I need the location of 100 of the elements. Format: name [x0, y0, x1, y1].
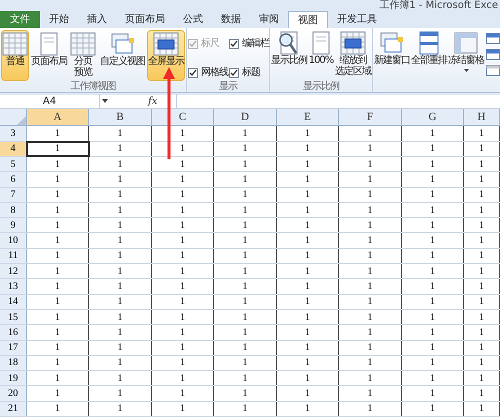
zoom-button[interactable]: 100% — [308, 30, 334, 66]
row-header[interactable]: 11 — [0, 248, 27, 264]
table-cell: 1 — [277, 356, 339, 370]
table-cell: 1 — [402, 142, 464, 156]
row-header[interactable]: 20 — [0, 386, 27, 401]
fx-label[interactable]: fx — [148, 94, 158, 109]
table-cell: 1 — [214, 356, 277, 370]
view-button[interactable]: 自定义视图 — [99, 30, 146, 81]
ribbon-tab[interactable]: 视图 — [288, 11, 328, 28]
table-cell: 1 — [152, 402, 214, 416]
table-cell: 1 — [402, 248, 464, 264]
ribbon-tab[interactable]: 审阅 — [250, 11, 288, 28]
window-icon[interactable] — [486, 65, 500, 76]
window-icon[interactable] — [486, 49, 500, 60]
row-header[interactable]: 16 — [0, 325, 27, 340]
ribbon-tab[interactable]: 页面布局 — [116, 11, 174, 28]
ribbon-tab[interactable]: 插入 — [78, 11, 116, 28]
table-cell: 1 — [214, 248, 277, 264]
name-box[interactable]: A4 — [0, 94, 100, 108]
row-header[interactable]: 18 — [0, 356, 27, 370]
table-cell: 1 — [277, 294, 339, 309]
view-button[interactable]: 普通 — [1, 30, 29, 81]
ribbon-tab[interactable]: 数据 — [212, 11, 250, 28]
row-header[interactable]: 12 — [0, 264, 27, 278]
row-header[interactable]: 3 — [0, 126, 27, 141]
column-header[interactable]: F — [339, 108, 402, 126]
table-cell: 1 — [464, 218, 500, 232]
view-button[interactable]: 分页 预览 — [69, 30, 97, 81]
row-header[interactable]: 10 — [0, 233, 27, 248]
table-cell: 1 — [339, 218, 402, 232]
zoom-button[interactable]: 显示比例 — [271, 30, 307, 66]
grid-icon — [2, 32, 28, 56]
window-button[interactable]: 新建窗口 — [374, 31, 410, 66]
row-header[interactable]: 9 — [0, 218, 27, 232]
checkbox[interactable] — [229, 68, 239, 78]
table-cell: 1 — [339, 156, 402, 172]
table-cell: 1 — [464, 202, 500, 218]
table-cell: 1 — [464, 402, 500, 416]
ribbon-tab[interactable]: 公式 — [174, 11, 212, 28]
table-cell: 1 — [214, 386, 277, 401]
table-cell: 1 — [339, 142, 402, 156]
row-header[interactable]: 8 — [0, 202, 27, 218]
table-cell: 1 — [464, 264, 500, 278]
table-cell: 1 — [89, 402, 152, 416]
group-label: 工作簿视图 — [70, 81, 116, 92]
table-cell: 1 — [214, 142, 277, 156]
table-cell: 1 — [402, 202, 464, 218]
table-cell: 1 — [277, 386, 339, 401]
checkbox[interactable] — [229, 39, 239, 50]
zoom-button[interactable]: 缩放到 选定区域 — [335, 30, 371, 77]
row-header[interactable]: 14 — [0, 294, 27, 309]
dropdown-icon[interactable] — [102, 99, 108, 104]
column-header[interactable]: D — [214, 108, 277, 126]
table-cell: 1 — [152, 279, 214, 294]
table-cell: 1 — [89, 218, 152, 232]
table-cell: 1 — [402, 126, 464, 141]
view-button[interactable]: 全屏显示 — [147, 30, 185, 81]
table-cell: 1 — [464, 310, 500, 324]
row-header[interactable]: 5 — [0, 156, 27, 172]
row-header[interactable]: 7 — [0, 188, 27, 202]
screen-icon — [153, 32, 179, 56]
table-cell: 1 — [339, 188, 402, 202]
table-cell: 1 — [402, 402, 464, 416]
table-cell: 1 — [27, 386, 89, 401]
ribbon-tab[interactable]: 开发工具 — [328, 11, 386, 28]
row-header[interactable]: 21 — [0, 402, 27, 416]
row-header[interactable]: 6 — [0, 172, 27, 187]
file-tab[interactable]: 文件 — [0, 11, 40, 28]
view-button[interactable]: 页面布局 — [30, 30, 68, 81]
table-cell: 1 — [214, 310, 277, 324]
checkbox-label: 网格线 — [201, 66, 228, 79]
table-cell: 1 — [464, 188, 500, 202]
table-cell: 1 — [152, 264, 214, 278]
checkbox[interactable] — [188, 68, 198, 78]
table-cell: 1 — [339, 310, 402, 324]
column-header[interactable]: B — [89, 108, 152, 126]
row-header[interactable]: 4 — [0, 142, 27, 156]
row-header[interactable]: 13 — [0, 279, 27, 294]
column-header[interactable]: A — [27, 108, 89, 126]
window-icon[interactable] — [486, 33, 500, 44]
ribbon-tab[interactable]: 开始 — [40, 11, 78, 28]
table-cell: 1 — [402, 294, 464, 309]
table-cell: 1 — [277, 233, 339, 248]
check-icon — [189, 68, 197, 77]
check-icon — [189, 40, 197, 48]
window-button[interactable]: 冻结窗格 — [448, 31, 484, 72]
group-label: 显示比例 — [302, 81, 340, 92]
table-cell: 1 — [402, 356, 464, 370]
column-header[interactable]: G — [402, 108, 464, 126]
table-cell: 1 — [27, 294, 89, 309]
table-cell: 1 — [402, 156, 464, 172]
table-cell: 1 — [402, 188, 464, 202]
window-button[interactable]: 全部重排 — [411, 31, 447, 66]
row-header[interactable]: 17 — [0, 340, 27, 355]
row-header[interactable]: 19 — [0, 371, 27, 386]
windows-icon — [110, 32, 136, 56]
row-header[interactable]: 15 — [0, 310, 27, 324]
column-header[interactable]: H — [464, 108, 500, 126]
column-header[interactable]: E — [277, 108, 339, 126]
table-cell: 1 — [27, 264, 89, 278]
